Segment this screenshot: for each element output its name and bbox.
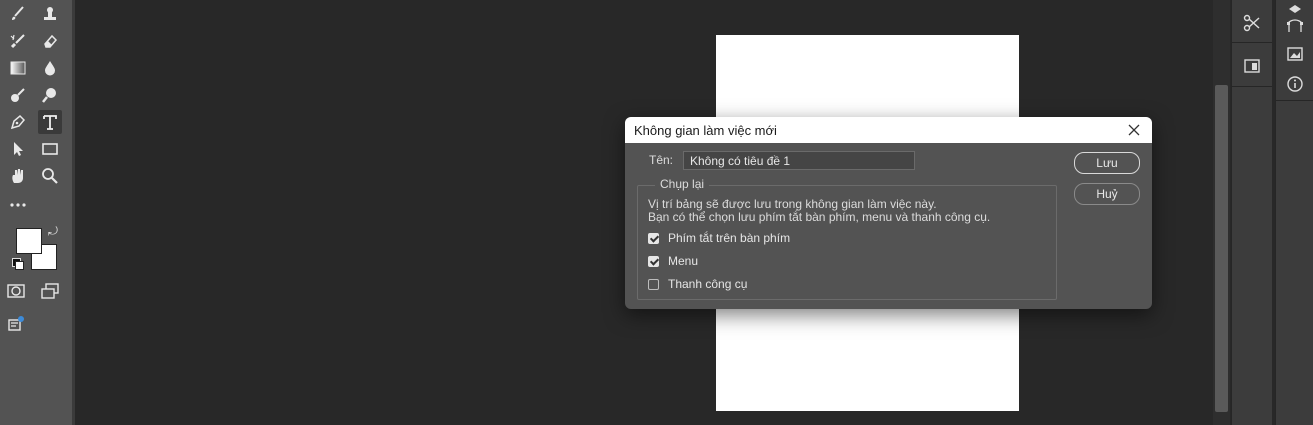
type-icon[interactable] (38, 110, 62, 134)
toolbar-option[interactable]: Thanh công cụ (648, 277, 747, 291)
new-workspace-dialog: Không gian làm việc mới Tên: Lưu Huỷ Chụ… (625, 117, 1152, 309)
tools-panel: ⤾ (0, 0, 75, 425)
channels-icon[interactable] (1280, 40, 1310, 68)
toolbar-label: Thanh công cụ (668, 277, 748, 291)
toolbar-checkbox[interactable] (648, 278, 659, 290)
zoom-icon[interactable] (38, 164, 62, 188)
hand-icon[interactable] (6, 164, 30, 188)
clone-stamp-icon[interactable] (38, 2, 62, 26)
keyboard-shortcuts-option[interactable]: Phím tắt trên bàn phím (648, 231, 790, 245)
save-button[interactable]: Lưu (1074, 152, 1140, 174)
tools-options-icon[interactable] (1237, 9, 1267, 37)
swap-colors-icon[interactable]: ⤾ (48, 224, 58, 239)
history-brush-icon[interactable] (6, 29, 30, 53)
dodge-icon[interactable] (6, 83, 30, 107)
path-select-icon[interactable] (6, 137, 30, 161)
panel-dock-2 (1275, 0, 1313, 425)
screen-mode-icon[interactable] (38, 279, 62, 303)
zoom-lens-icon[interactable] (38, 83, 62, 107)
scrollbar-thumb[interactable] (1215, 85, 1228, 412)
menu-label: Menu (668, 254, 699, 268)
menu-checkbox[interactable] (648, 255, 659, 267)
blur-drop-icon[interactable] (38, 56, 62, 80)
gradient-icon[interactable] (6, 56, 30, 80)
info-icon[interactable] (1280, 70, 1310, 98)
keyboard-shortcuts-checkbox[interactable] (648, 232, 659, 244)
quick-mask-icon[interactable] (4, 279, 28, 303)
cancel-button[interactable]: Huỷ (1074, 183, 1140, 205)
paths-icon[interactable] (1280, 12, 1310, 40)
description-line-2: Bạn có thể chọn lưu phím tắt bàn phím, m… (648, 210, 991, 224)
workspace-name-input[interactable] (683, 151, 915, 170)
default-colors-icon[interactable] (12, 258, 24, 270)
dialog-titlebar[interactable]: Không gian làm việc mới (625, 117, 1152, 143)
keyboard-shortcuts-label: Phím tắt trên bàn phím (668, 231, 791, 245)
close-icon[interactable] (1124, 120, 1144, 140)
description-line-1: Vị trí bảng sẽ được lưu trong không gian… (648, 197, 937, 211)
rectangle-icon[interactable] (38, 137, 62, 161)
layers-panel-icon[interactable] (1237, 52, 1267, 80)
brush-icon[interactable] (6, 2, 30, 26)
eraser-icon[interactable] (38, 29, 62, 53)
capture-group-label: Chụp lại (655, 177, 710, 191)
menu-option[interactable]: Menu (648, 254, 698, 268)
pen-icon[interactable] (6, 110, 30, 134)
more-tools-icon[interactable] (6, 193, 30, 217)
dialog-title: Không gian làm việc mới (634, 123, 777, 138)
edit-toolbar-icon[interactable] (4, 311, 28, 335)
foreground-color-swatch[interactable] (16, 228, 42, 254)
name-label: Tên: (649, 153, 674, 167)
panel-dock-1 (1231, 0, 1272, 425)
